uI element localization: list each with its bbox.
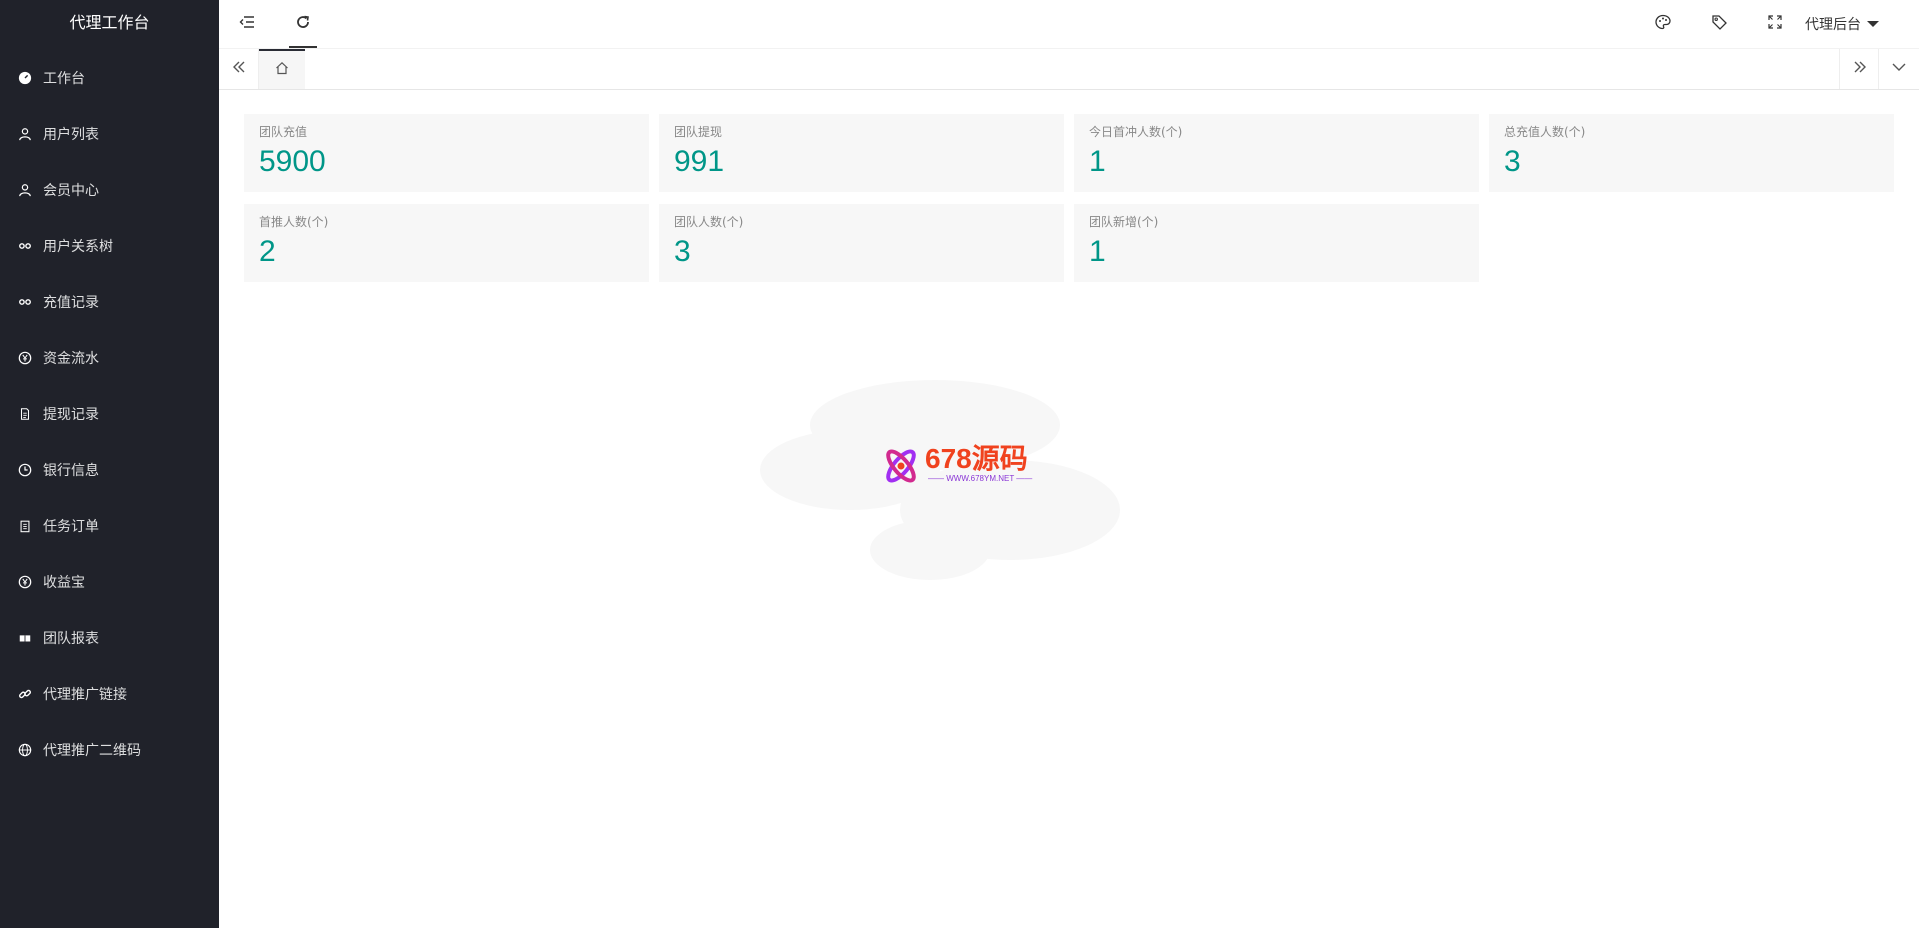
- tab-home[interactable]: [259, 49, 305, 89]
- refresh-button[interactable]: [275, 0, 331, 48]
- reader-icon: [18, 631, 32, 645]
- stat-title: 团队充值: [259, 125, 308, 139]
- indent-icon: [238, 13, 256, 35]
- stat-title: 首推人数(个): [259, 215, 329, 229]
- caret-down-icon: [1867, 21, 1879, 27]
- tabs-scroll-right-button[interactable]: [1839, 49, 1879, 89]
- sidebar-item-earnings[interactable]: 收益宝: [0, 554, 219, 610]
- stat-title: 总充值人数(个): [1504, 125, 1586, 139]
- user-icon: [18, 127, 32, 141]
- stat-card: 总充值人数(个) 3: [1489, 114, 1894, 192]
- tabs-scroll-left-button[interactable]: [219, 49, 259, 89]
- notes-button[interactable]: [1691, 0, 1747, 48]
- sidebar-item-team-report[interactable]: 团队报表: [0, 610, 219, 666]
- sidebar-item-label: 团队报表: [43, 631, 99, 647]
- tag-icon: [1710, 13, 1728, 35]
- yen-icon: [18, 575, 32, 589]
- refresh-icon: [294, 13, 312, 35]
- stat-value: 1: [1089, 235, 1106, 268]
- chain-icon: [18, 687, 32, 701]
- sidebar-item-label: 收益宝: [43, 575, 85, 591]
- home-icon: [274, 60, 290, 80]
- stat-card: 首推人数(个) 2: [244, 204, 649, 282]
- sidebar-item-user-tree[interactable]: 用户关系树: [0, 218, 219, 274]
- clipboard-icon: [18, 519, 32, 533]
- logo-url: —— WWW.678YM.NET ——: [928, 474, 1033, 483]
- double-chevron-left-icon: [231, 59, 247, 79]
- sidebar-item-label: 银行信息: [43, 463, 99, 479]
- agent-menu-label: 代理后台: [1805, 17, 1861, 33]
- sidebar-menu: 工作台 用户列表 会员中心 用户关系树 充值记录 资金流水 提现记录 银行信息 …: [0, 50, 219, 778]
- tabs-operations-button[interactable]: [1878, 49, 1919, 89]
- stat-value: 991: [674, 145, 725, 178]
- stat-value: 2: [259, 235, 276, 268]
- page-tabs: [219, 49, 1919, 90]
- top-header: 代理后台: [219, 0, 1919, 49]
- theme-button[interactable]: [1635, 0, 1691, 48]
- user-icon: [18, 183, 32, 197]
- sidebar: 代理工作台 工作台 用户列表 会员中心 用户关系树 充值记录 资金流水 提现记录…: [0, 0, 219, 928]
- clock-icon: [18, 463, 32, 477]
- chevron-down-icon: [1891, 59, 1907, 79]
- yen-icon: [18, 351, 32, 365]
- globe-icon: [18, 743, 32, 757]
- stat-card: 团队提现 991: [659, 114, 1064, 192]
- sidebar-item-user-list[interactable]: 用户列表: [0, 106, 219, 162]
- fullscreen-button[interactable]: [1747, 0, 1803, 48]
- link-icon: [18, 295, 32, 309]
- sidebar-brand: 代理工作台: [69, 13, 150, 32]
- sidebar-item-label: 代理推广链接: [43, 687, 127, 703]
- sidebar-item-label: 用户列表: [43, 127, 99, 143]
- stat-value: 5900: [259, 145, 326, 178]
- toggle-sidebar-button[interactable]: [219, 0, 275, 48]
- stat-value: 3: [674, 235, 691, 268]
- stat-card: 今日首冲人数(个) 1: [1074, 114, 1479, 192]
- sidebar-item-dashboard[interactable]: 工作台: [0, 50, 219, 106]
- sidebar-item-recharge-records[interactable]: 充值记录: [0, 274, 219, 330]
- stat-value: 1: [1089, 145, 1106, 178]
- sidebar-item-member-center[interactable]: 会员中心: [0, 162, 219, 218]
- sidebar-item-label: 任务订单: [43, 519, 99, 535]
- palette-icon: [1654, 13, 1672, 35]
- sidebar-item-bank-info[interactable]: 银行信息: [0, 442, 219, 498]
- sidebar-item-promo-qrcode[interactable]: 代理推广二维码: [0, 722, 219, 778]
- stat-card: 团队人数(个) 3: [659, 204, 1064, 282]
- stat-title: 今日首冲人数(个): [1089, 125, 1183, 139]
- sidebar-item-promo-link[interactable]: 代理推广链接: [0, 666, 219, 722]
- document-icon: [18, 407, 32, 421]
- stat-card: 团队新增(个) 1: [1074, 204, 1479, 282]
- stat-title: 团队新增(个): [1089, 215, 1159, 229]
- dashboard-icon: [18, 71, 32, 85]
- sidebar-item-task-orders[interactable]: 任务订单: [0, 498, 219, 554]
- sidebar-item-label: 资金流水: [43, 351, 99, 367]
- sidebar-item-label: 代理推广二维码: [43, 743, 141, 759]
- sidebar-item-label: 提现记录: [43, 407, 99, 423]
- logo-text: 678源码: [925, 443, 1028, 474]
- sidebar-item-label: 充值记录: [43, 295, 99, 311]
- atom-logo-icon: [886, 449, 916, 483]
- fullscreen-icon: [1766, 13, 1784, 35]
- stat-title: 团队人数(个): [674, 215, 744, 229]
- agent-menu-dropdown[interactable]: 代理后台: [1805, 0, 1879, 48]
- stat-card: 团队充值 5900: [244, 114, 649, 192]
- sidebar-item-withdraw-records[interactable]: 提现记录: [0, 386, 219, 442]
- link-icon: [18, 239, 32, 253]
- sidebar-item-label: 工作台: [43, 71, 85, 87]
- stat-value: 3: [1504, 145, 1521, 178]
- sidebar-item-label: 用户关系树: [43, 239, 113, 255]
- sidebar-item-label: 会员中心: [43, 183, 99, 199]
- sidebar-item-fund-flow[interactable]: 资金流水: [0, 330, 219, 386]
- stat-title: 团队提现: [674, 125, 723, 139]
- site-logo: 678源码 —— WWW.678YM.NET ——: [880, 442, 1045, 490]
- double-chevron-right-icon: [1852, 59, 1868, 79]
